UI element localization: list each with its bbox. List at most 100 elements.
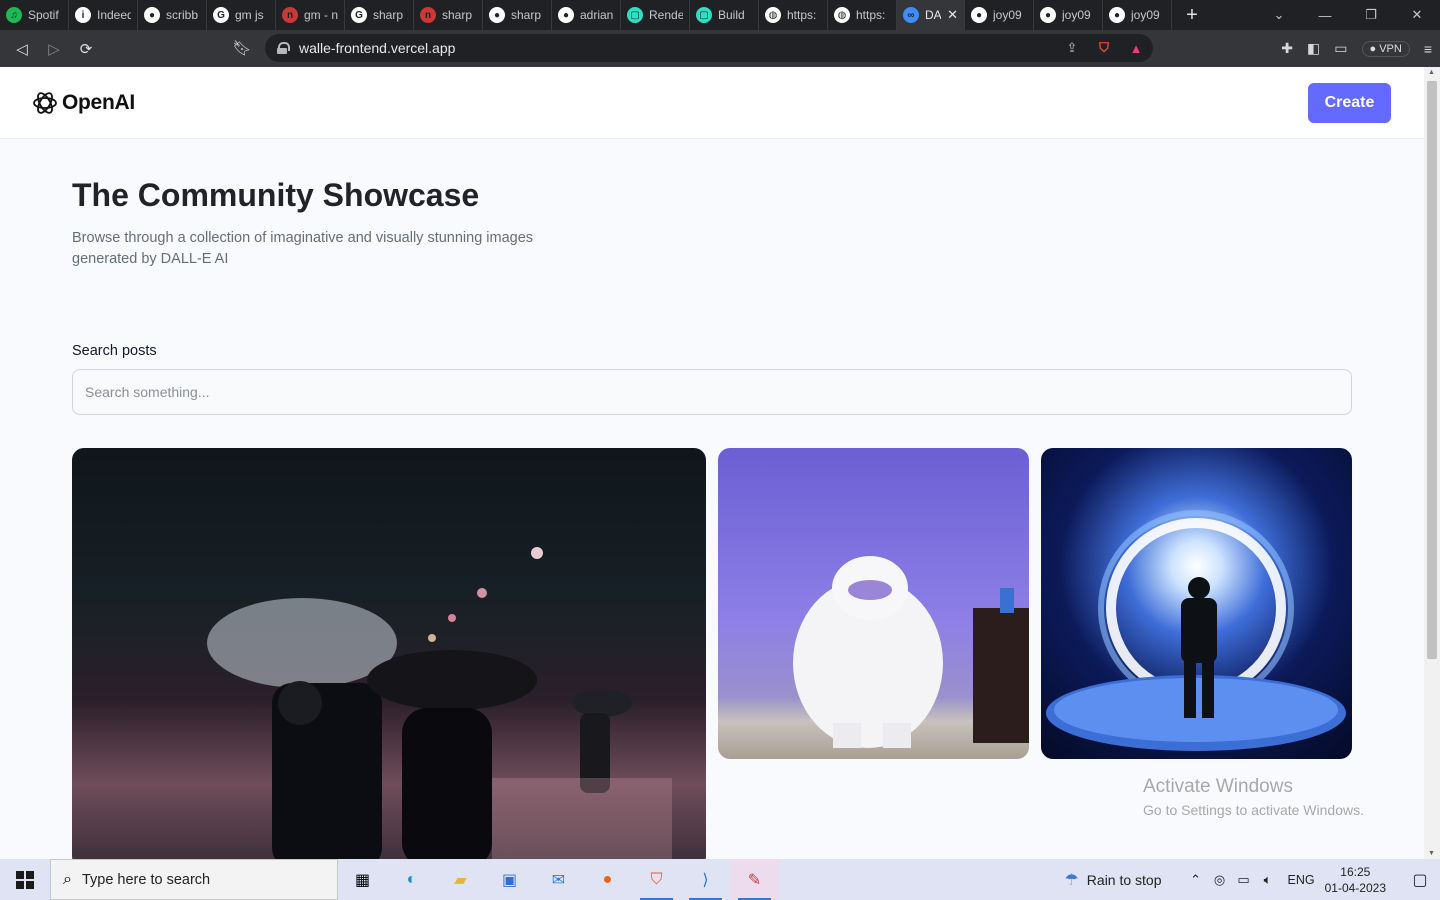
gallery-card-rainy-street[interactable] <box>72 448 706 859</box>
gallery-card-portal[interactable] <box>1041 448 1352 759</box>
address-bar[interactable]: walle-frontend.vercel.app ⇪ ⛉ ▲ <box>265 34 1153 62</box>
back-icon[interactable]: ◁ <box>6 33 38 65</box>
weather-widget[interactable]: ☂ Rain to stop <box>1064 870 1161 890</box>
lock-icon <box>277 42 290 54</box>
menu-icon[interactable]: ≡ <box>1424 41 1432 57</box>
sidebar-icon[interactable]: ◧ <box>1307 40 1320 57</box>
info-icon: i <box>75 7 91 23</box>
brave-shield-icon[interactable]: ⛉ <box>1095 39 1113 57</box>
notification-icon[interactable]: ▢ <box>1400 870 1440 890</box>
github-icon: ● <box>489 7 505 23</box>
clock-date: 01-04-2023 <box>1324 880 1386 895</box>
browser-tab[interactable]: ● scribb <box>138 0 207 30</box>
github-icon: ● <box>1040 7 1056 23</box>
reload-icon[interactable]: ⟳ <box>70 33 102 65</box>
browser-tab[interactable]: ◍ https: <box>759 0 828 30</box>
webcam-icon[interactable]: ◎ <box>1208 872 1232 888</box>
firefox-icon[interactable]: ● <box>583 859 632 900</box>
browser-tab[interactable]: i Indeed <box>69 0 138 30</box>
start-button[interactable] <box>0 859 50 900</box>
extensions-icon[interactable]: ✚ <box>1281 40 1293 57</box>
search-icon: ⌕ <box>63 870 72 888</box>
scroll-up-icon[interactable]: ▲ <box>1428 69 1435 76</box>
dalle-icon: ∞ <box>903 7 919 23</box>
share-icon[interactable]: ⇪ <box>1063 39 1081 57</box>
new-tab-button[interactable]: + <box>1172 4 1212 27</box>
browser-tab[interactable]: ● sharp <box>483 0 552 30</box>
browser-tab[interactable]: ▢ Build <box>690 0 759 30</box>
globe-icon: ◍ <box>834 7 850 23</box>
watermark-subtitle: Go to Settings to activate Windows. <box>1143 802 1364 818</box>
browser-toolbar: ◁ ▷ ⟳ 🔖︎ walle-frontend.vercel.app ⇪ ⛉ ▲… <box>0 30 1440 67</box>
paint-icon[interactable]: ✎ <box>730 859 779 900</box>
task-view-icon[interactable]: ▦ <box>338 859 387 900</box>
browser-tab[interactable]: Ggm js <box>207 0 276 30</box>
tab-title: sharp <box>442 8 473 22</box>
close-window-button[interactable]: ✕ <box>1394 7 1440 23</box>
github-icon: ● <box>971 7 987 23</box>
scroll-down-icon[interactable]: ▼ <box>1428 850 1435 857</box>
vscode-icon[interactable]: ⟩ <box>681 859 730 900</box>
logo-text: OpenAI <box>62 90 135 114</box>
brave-rewards-icon[interactable]: ▲ <box>1127 39 1145 57</box>
browser-tab[interactable]: ▢ Rende <box>621 0 690 30</box>
vpn-label: VPN <box>1379 42 1402 55</box>
tab-title: sharp <box>373 8 404 22</box>
restore-button[interactable]: ❐ <box>1348 7 1394 23</box>
openai-logo-icon <box>33 91 57 114</box>
weather-text: Rain to stop <box>1086 871 1162 888</box>
yeti-image <box>793 556 1029 748</box>
file-explorer-icon[interactable]: ▰ <box>436 859 485 900</box>
brave-icon[interactable]: ⛉ <box>632 859 681 900</box>
tab-title: https: <box>787 8 817 22</box>
tab-title: gm js <box>235 8 264 22</box>
edge-icon[interactable]: ◐ <box>387 859 436 900</box>
mail-icon[interactable]: ✉ <box>534 859 583 900</box>
search-input[interactable] <box>72 369 1352 415</box>
windows-logo-icon <box>16 870 34 889</box>
wallet-icon[interactable]: ▭ <box>1334 40 1347 57</box>
browser-tab[interactable]: ● adrian <box>552 0 621 30</box>
language-indicator[interactable]: ENG <box>1288 873 1315 887</box>
tab-title: Build <box>718 8 745 22</box>
forward-icon[interactable]: ▷ <box>38 33 70 65</box>
browser-tab[interactable]: ∞ DA ✕ <box>897 0 965 30</box>
clock[interactable]: 16:25 01-04-2023 <box>1325 864 1386 896</box>
watermark-title: Activate Windows <box>1143 776 1293 797</box>
browser-tab[interactable]: n gm - n <box>276 0 345 30</box>
openai-logo[interactable]: OpenAI <box>32 90 135 116</box>
tab-title: sharp <box>511 8 542 22</box>
browser-tab[interactable]: ◍ https: <box>828 0 897 30</box>
npm-icon: n <box>420 7 436 23</box>
browser-tab[interactable]: ● joy09 <box>1103 0 1172 30</box>
network-icon[interactable]: ▭ <box>1232 872 1256 888</box>
vpn-button[interactable]: ● VPN <box>1361 40 1410 57</box>
volume-icon[interactable]: 🔈︎ <box>1256 872 1280 888</box>
activate-windows-watermark: Activate Windows Go to Settings to activ… <box>1143 776 1364 818</box>
browser-tab[interactable]: ♫ Spotif <box>0 0 69 30</box>
create-button[interactable]: Create <box>1308 82 1391 123</box>
tab-title: Indeed <box>97 8 131 22</box>
taskbar-search[interactable]: ⌕ Type here to search <box>50 859 338 900</box>
tab-title: joy09 <box>993 8 1022 22</box>
page-scrollbar[interactable]: ▲ ▼ <box>1424 67 1440 859</box>
gallery-card-yeti[interactable] <box>718 448 1029 759</box>
main-content: The Community Showcase Browse through a … <box>0 177 1424 415</box>
chevron-up-icon[interactable]: ⌃ <box>1184 872 1208 888</box>
tab-title: joy09 <box>1131 8 1160 22</box>
minimize-button[interactable]: — <box>1302 8 1348 23</box>
browser-tab[interactable]: ● joy09 <box>1034 0 1103 30</box>
google-icon: G <box>351 7 367 23</box>
tab-title: Spotif <box>28 8 59 22</box>
taskbar-search-text: Type here to search <box>81 871 211 888</box>
tab-title: DA <box>925 8 942 22</box>
close-tab-icon[interactable]: ✕ <box>947 7 958 23</box>
store-icon[interactable]: ▣ <box>485 859 534 900</box>
npm-icon: n <box>282 7 298 23</box>
bookmark-icon[interactable]: 🔖︎ <box>226 32 258 64</box>
browser-tab[interactable]: Gsharp <box>345 0 414 30</box>
scroll-thumb[interactable] <box>1427 81 1437 659</box>
browser-tab[interactable]: ● joy09 <box>965 0 1034 30</box>
tab-search-icon[interactable]: ⌄ <box>1256 7 1302 23</box>
browser-tab[interactable]: n sharp <box>414 0 483 30</box>
